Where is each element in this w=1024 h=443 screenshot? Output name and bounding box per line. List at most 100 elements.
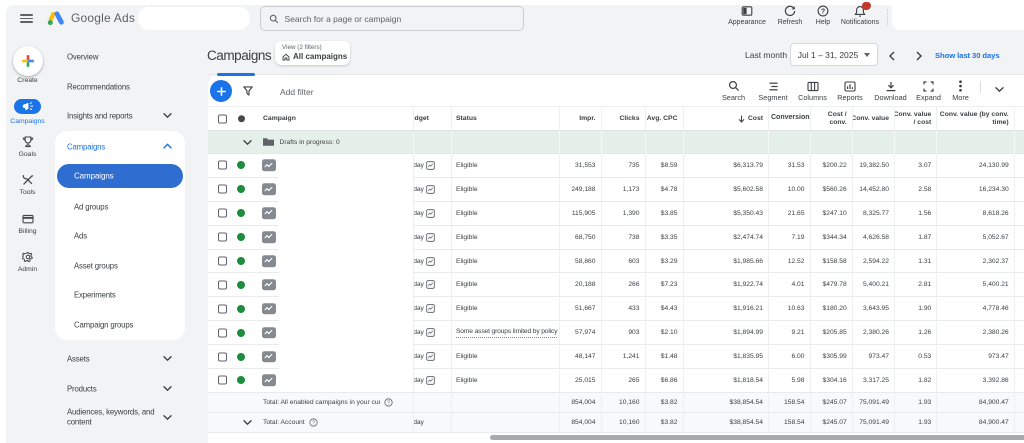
nav-item-asset-groups[interactable]: Asset groups: [74, 261, 118, 270]
header-action-notifications[interactable]: Notifications: [838, 2, 882, 33]
performance-chart-thumbnail[interactable]: [262, 350, 276, 363]
nav-item-ad-groups[interactable]: Ad groups: [74, 202, 108, 211]
performance-chart-thumbnail[interactable]: [262, 303, 276, 315]
cell-conv-value-time: 16,234.30: [937, 177, 1015, 202]
rail-item-campaigns[interactable]: Campaigns: [0, 99, 55, 125]
drafts-row[interactable]: Drafts in progress: 0: [208, 131, 1024, 154]
add-filter-button[interactable]: Add filter: [280, 87, 314, 97]
hamburger-menu-icon[interactable]: [20, 14, 33, 23]
row-checkbox[interactable]: [218, 375, 227, 385]
budget-report-icon[interactable]: [426, 304, 436, 314]
budget-report-icon[interactable]: [426, 352, 436, 361]
horizontal-scrollbar-thumb[interactable]: [490, 435, 1024, 441]
budget-report-icon[interactable]: [426, 232, 436, 242]
budget-report-icon[interactable]: [426, 184, 436, 194]
help-circle-icon[interactable]: ?: [309, 418, 318, 427]
new-campaign-button[interactable]: [210, 80, 232, 102]
cell-impr: 57,974: [559, 321, 602, 346]
chevron-down-icon[interactable]: [162, 385, 173, 396]
toolbar-action-more[interactable]: More: [938, 80, 984, 102]
chevron-down-icon[interactable]: [242, 419, 253, 426]
status-text[interactable]: Some asset groups limited by policy: [456, 327, 558, 339]
value: $1,818.54: [733, 376, 763, 384]
performance-chart-thumbnail[interactable]: [262, 255, 276, 267]
budget-report-icon[interactable]: [426, 256, 436, 266]
cell-impr: 854,004: [559, 392, 602, 413]
nav-item-products[interactable]: Products: [67, 384, 97, 393]
budget-report-icon[interactable]: [426, 328, 436, 338]
next-period-button[interactable]: [915, 51, 924, 61]
row-checkbox[interactable]: [218, 208, 227, 218]
global-search-box[interactable]: Search for a page or campaign: [259, 6, 524, 31]
rail-item-admin[interactable]: Admin: [0, 250, 55, 273]
budget-suffix: /day: [414, 257, 424, 265]
reports-icon: [844, 80, 856, 92]
header-action-label: Refresh: [777, 19, 803, 26]
nav-item-audiences-keywords-content[interactable]: Audiences, keywords, and content: [67, 407, 155, 428]
nav-item-ads[interactable]: Ads: [74, 232, 87, 241]
row-checkbox[interactable]: [218, 256, 227, 266]
performance-chart-thumbnail[interactable]: [262, 326, 276, 339]
nav-item-campaign-groups[interactable]: Campaign groups: [74, 321, 133, 330]
row-checkbox[interactable]: [218, 280, 227, 290]
nav-item-experiments[interactable]: Experiments: [74, 291, 116, 300]
nav-item-assets[interactable]: Assets: [67, 355, 90, 364]
nav-item-insights-and-reports[interactable]: Insights and reports: [67, 112, 133, 121]
budget-report-icon[interactable]: [426, 280, 436, 290]
value: 903: [628, 329, 640, 337]
row-checkbox[interactable]: [218, 232, 227, 242]
value: 2,380.26: [982, 329, 1009, 337]
chevron-down-icon[interactable]: [162, 112, 173, 123]
filter-icon[interactable]: [243, 86, 253, 96]
rail-item-tools[interactable]: Tools: [0, 174, 55, 196]
value: $245.07: [822, 398, 847, 406]
drafts-cell-empty: [769, 131, 811, 154]
chevron-down-icon[interactable]: [242, 139, 253, 146]
select-all-checkbox[interactable]: [218, 114, 227, 123]
value: 8,618.26: [982, 209, 1009, 217]
budget-report-icon[interactable]: [426, 208, 436, 218]
chevron-down-icon[interactable]: [162, 355, 173, 366]
rail-item-billing[interactable]: Billing: [0, 212, 55, 235]
budget-report-icon[interactable]: [426, 161, 436, 170]
performance-chart-thumbnail[interactable]: [262, 207, 276, 219]
previous-period-button[interactable]: [888, 51, 897, 61]
row-checkbox[interactable]: [218, 304, 227, 314]
value: $205.85: [822, 329, 847, 337]
performance-chart-thumbnail[interactable]: [262, 183, 276, 196]
toolbar-action-reports[interactable]: Reports: [827, 80, 873, 102]
row-checkbox[interactable]: [218, 328, 227, 338]
header-action-appearance[interactable]: Appearance: [725, 5, 769, 33]
nav-item-overview[interactable]: Overview: [67, 53, 98, 62]
rail-item-goals[interactable]: Goals: [0, 136, 55, 158]
performance-chart-thumbnail[interactable]: [262, 231, 276, 243]
value: 249,188: [571, 185, 596, 193]
help-circle-icon[interactable]: ?: [384, 398, 393, 407]
view-filter-chip[interactable]: View (2 filters) All campaigns: [275, 41, 350, 65]
date-range-picker[interactable]: Jul 1 – 31, 2025: [790, 43, 878, 66]
chevron-down-icon[interactable]: [162, 414, 173, 425]
cell-conv-value-per-cost: 1.87: [894, 225, 938, 250]
status-filter-dot[interactable]: [237, 114, 245, 123]
nav-item-recommendations[interactable]: Recommendations: [67, 82, 130, 91]
cell-conv-value: 5,400.21: [852, 273, 895, 298]
value: $1,835.95: [733, 353, 763, 361]
row-checkbox[interactable]: [218, 160, 227, 170]
header-cell-cost: Cost: [683, 107, 769, 131]
row-checkbox[interactable]: [218, 352, 227, 362]
performance-chart-thumbnail[interactable]: [262, 374, 276, 387]
chevron-up-icon[interactable]: [162, 142, 173, 154]
show-last-30-days-link[interactable]: Show last 30 days: [935, 51, 1000, 60]
rail-item-create[interactable]: Create: [0, 46, 55, 84]
total-row: Total: All enabled campaigns in your cur…: [208, 392, 1024, 413]
performance-chart-thumbnail[interactable]: [262, 279, 276, 291]
budget-report-icon[interactable]: [426, 376, 436, 385]
date-preset-label: Last month: [745, 50, 788, 60]
collapse-toolbar-chevron-icon[interactable]: [994, 86, 1005, 93]
row-checkbox[interactable]: [218, 184, 227, 194]
nav-selected-pill[interactable]: Campaigns: [57, 164, 183, 188]
nav-section-campaigns[interactable]: Campaigns: [67, 142, 105, 151]
performance-chart-thumbnail[interactable]: [262, 159, 276, 172]
cell-conv-value-time: 5,400.21: [937, 273, 1015, 298]
value: $4.43: [660, 305, 678, 313]
